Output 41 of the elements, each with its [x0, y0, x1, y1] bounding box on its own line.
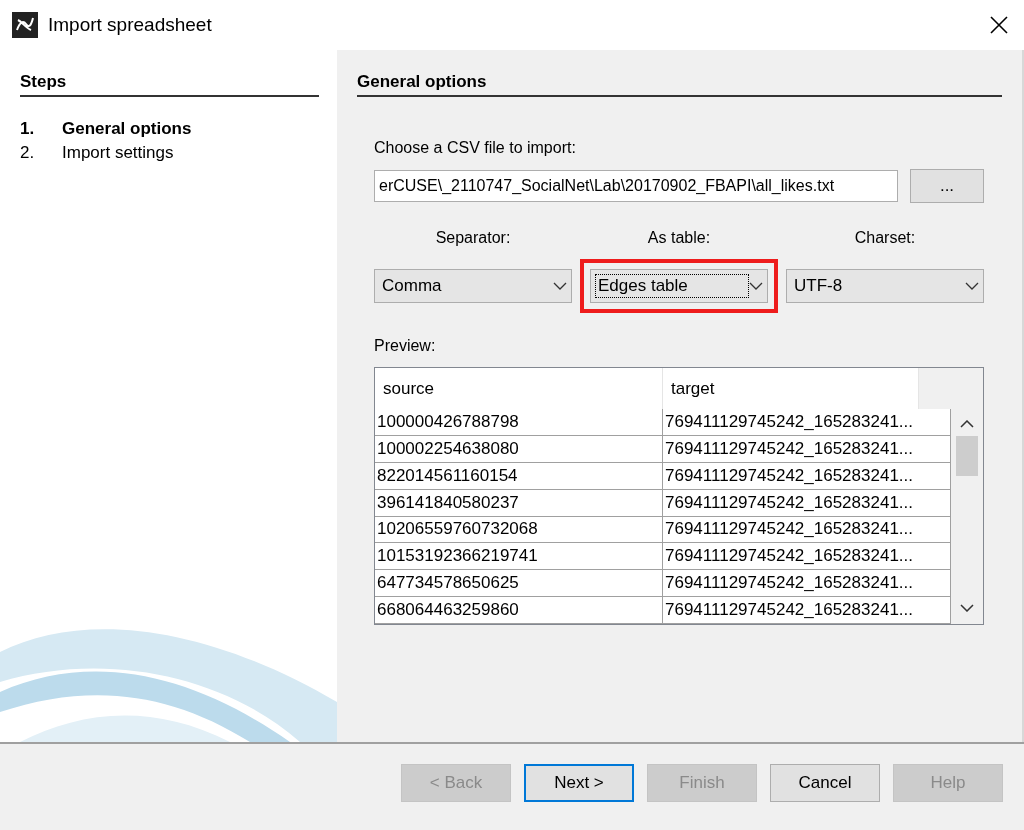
dropdown-label: Separator: — [435, 229, 511, 247]
chevron-down-icon — [965, 282, 979, 290]
table-cell: 100002254638080 — [375, 435, 663, 463]
browse-button[interactable]: ... — [910, 169, 984, 203]
file-label: Choose a CSV file to import: — [374, 139, 577, 157]
dropdown-label: Charset: — [854, 229, 916, 247]
table-cell: 769411129745242_165283241... — [663, 435, 951, 463]
file-path-field[interactable]: erCUSE\_2110747_SocialNet\Lab\20170902_FBAPI\all_likes.txt — [374, 170, 898, 202]
wizard-button[interactable]: Next > — [524, 764, 634, 802]
step-item: 2. Import settings — [20, 142, 175, 164]
scrollbar-thumb[interactable] — [956, 436, 978, 476]
table-cell: 10153192366219741 — [375, 543, 663, 571]
dropdown[interactable]: UTF-8 — [786, 269, 984, 303]
dropdown-label: As table: — [647, 229, 711, 247]
preview-label: Preview: — [374, 337, 437, 355]
section-heading: General options — [357, 72, 1002, 97]
table-cell: 822014561160154 — [375, 462, 663, 490]
window-title: Import spreadsheet — [48, 14, 213, 36]
table-cell: 769411129745242_165283241... — [663, 462, 951, 490]
app-logo-icon — [12, 12, 38, 38]
wizard-button[interactable]: Cancel — [770, 764, 880, 802]
table-cell: 647734578650625 — [375, 570, 663, 598]
dropdown[interactable]: Edges table — [590, 269, 768, 303]
table-cell: 769411129745242_165283241... — [663, 597, 951, 624]
steps-heading: Steps — [20, 72, 319, 97]
table-cell: 769411129745242_165283241... — [663, 570, 951, 598]
table-cell: 769411129745242_165283241... — [663, 543, 951, 571]
table-cell: 769411129745242_165283241... — [663, 489, 951, 517]
chevron-down-icon — [749, 282, 763, 290]
table-cell: 10206559760732068 — [375, 516, 663, 544]
step-item: 1. General options — [20, 118, 193, 140]
table-cell: 100000426788798 — [375, 409, 663, 436]
chevron-down-icon — [960, 604, 974, 612]
table-cell: 769411129745242_165283241... — [663, 409, 951, 436]
close-icon — [990, 16, 1008, 34]
table-cell: 396141840580237 — [375, 489, 663, 517]
dropdown[interactable]: Comma — [374, 269, 572, 303]
table-cell: 769411129745242_165283241... — [663, 516, 951, 544]
chevron-up-icon — [960, 420, 974, 428]
chevron-down-icon — [553, 282, 567, 290]
table-cell: 668064463259860 — [375, 597, 663, 624]
